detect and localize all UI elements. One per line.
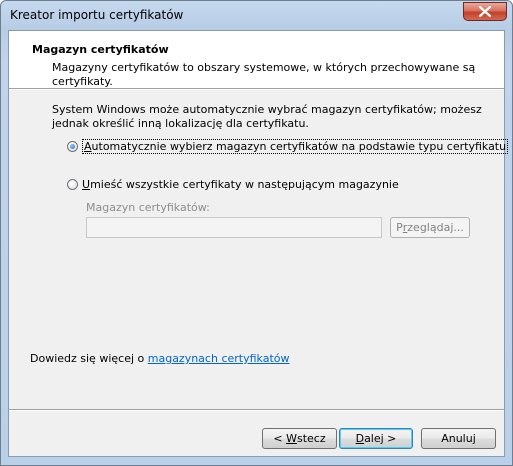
title-bar[interactable]: Kreator importu certyfikatów: [1, 1, 512, 31]
back-button[interactable]: < Wstecz: [262, 428, 337, 449]
wizard-header: Magazyn certyfikatów Magazyny certyfikat…: [9, 31, 504, 88]
window-title: Kreator importu certyfikatów: [10, 8, 184, 22]
radio-manual-indicator[interactable]: [67, 178, 78, 190]
radio-manual-label[interactable]: Umieść wszystkie certyfikaty w następują…: [82, 178, 399, 191]
browse-button[interactable]: Pr zeglądaj...: [390, 217, 470, 238]
learn-more-link[interactable]: magazynach certyfikatów: [148, 352, 290, 365]
footer-divider: [9, 409, 504, 411]
learn-more: Dowiedz się więcej o magazynach certyfik…: [30, 352, 290, 365]
store-field[interactable]: [86, 217, 382, 238]
intro-text: System Windows może automatycznie wybrać…: [52, 103, 482, 130]
close-icon: [479, 6, 491, 17]
radio-auto-label[interactable]: Automatycznie wybierz magazyn certyfikat…: [82, 138, 509, 154]
radio-auto-indicator[interactable]: [67, 140, 78, 152]
store-field-label: Magazyn certyfikatów:: [86, 201, 210, 214]
radio-auto-select[interactable]: Automatycznie wybierz magazyn certyfikat…: [67, 138, 509, 154]
page-description: Magazyny certyfikatów to obszary systemo…: [52, 61, 476, 88]
close-button[interactable]: [463, 2, 507, 21]
wizard-client-area: Magazyn certyfikatów Magazyny certyfikat…: [8, 30, 509, 457]
page-title: Magazyn certyfikatów: [32, 43, 169, 56]
radio-manual-store[interactable]: Umieść wszystkie certyfikaty w następują…: [67, 176, 399, 192]
learn-more-prefix: Dowiedz się więcej o: [30, 352, 148, 365]
cancel-button[interactable]: Anuluj: [421, 428, 496, 449]
dialog-window: Kreator importu certyfikatów Magazyn cer…: [0, 0, 513, 466]
header-divider: [9, 88, 504, 90]
next-button[interactable]: Dalej >: [339, 428, 413, 449]
